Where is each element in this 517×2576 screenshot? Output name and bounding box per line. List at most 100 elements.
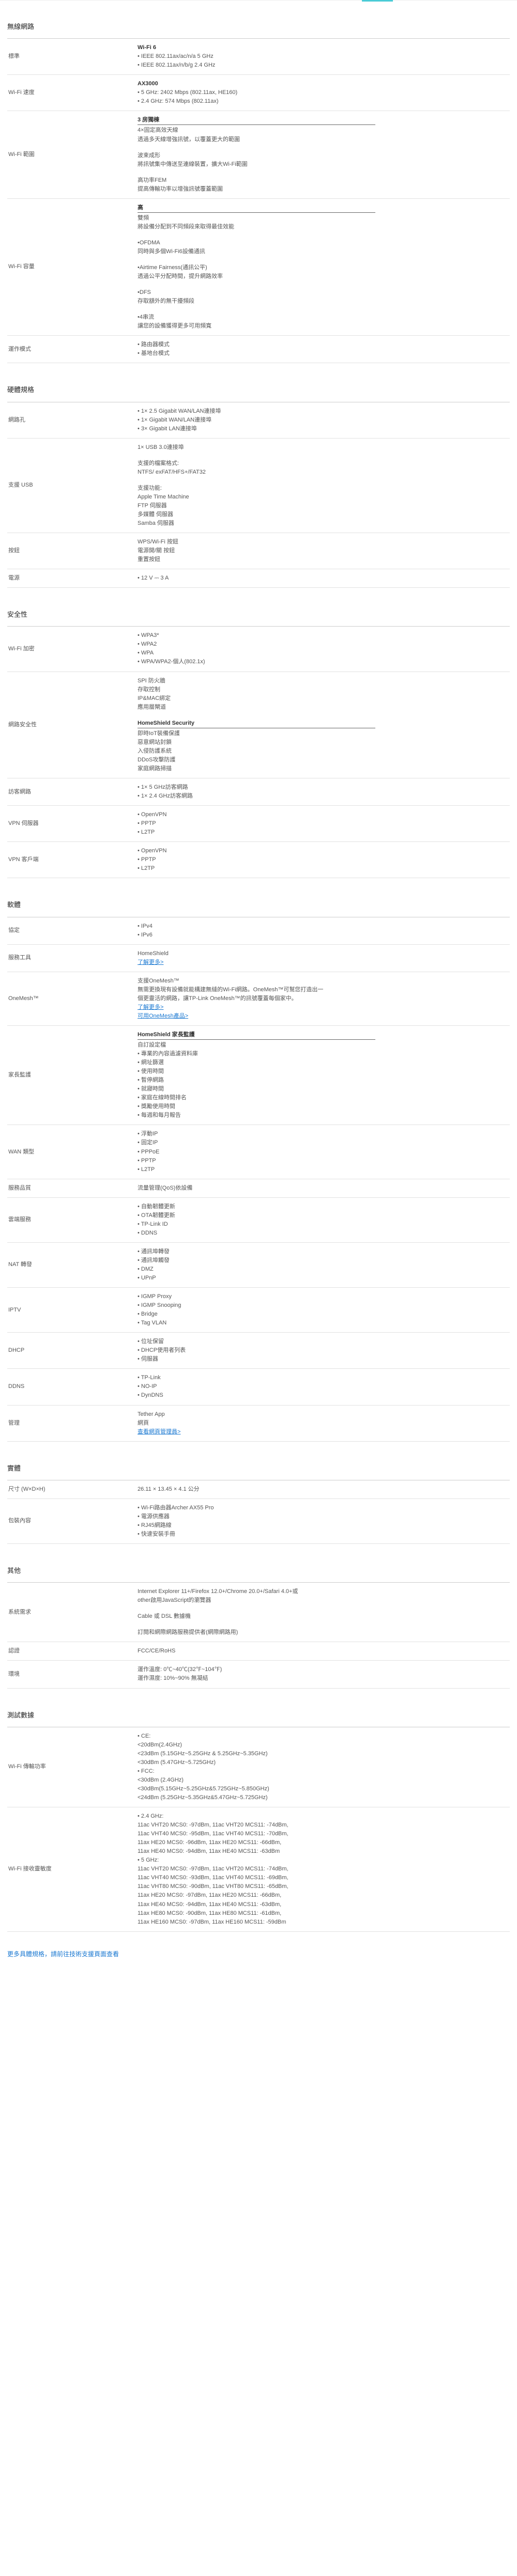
spec-label: Wi-Fi 速度 <box>8 89 35 96</box>
spec-value-line: • L2TP <box>138 865 155 872</box>
spec-value-line: • 通訊埠轉發 <box>138 1248 170 1255</box>
learn-more-link[interactable]: 了解更多> <box>138 958 510 967</box>
spec-value-line: • 3× Gigabit LAN連接埠 <box>138 425 197 432</box>
spec-value-line: 將設備分配到不同頻段來取得最佳效能 <box>138 223 234 230</box>
spec-value-line: 4×固定高效天線 <box>138 127 178 134</box>
spec-value-line: •OFDMA <box>138 239 160 246</box>
spec-section: 軟體 協定 • IPv4 • IPv6 服務工具 HomeShield 了解更多> OneMe… <box>7 878 510 1442</box>
spec-value: Wi-Fi 6 • IEEE 802.11ax/ac/n/a 5 GHz • IEE… <box>138 43 510 70</box>
spec-value: AX3000 • 5 GHz: 2402 Mbps (802.11ax, HE16… <box>138 80 510 106</box>
spec-value-line: IP&MAC綁定 <box>138 695 171 701</box>
spec-value-line: • Wi-Fi路由器Archer AX55 Pro <box>138 1504 214 1511</box>
spec-row: OneMesh™ 支援OneMesh™ 無需更換現有設備就能構建無縫的Wi-Fi網路… <box>7 972 510 1026</box>
spec-section: 測試數據 Wi-Fi 傳輸功率 • CE: <20dBm(2.4GHz) <23dBm … <box>7 1689 510 1932</box>
spec-value-line: 提高傳輸功率以增強訊號覆蓋範圍 <box>138 185 223 192</box>
spec-value-line: 多媒體 伺服器 <box>138 511 174 518</box>
spec-value-line: WPS/Wi-Fi 按鈕 <box>138 539 178 545</box>
spec-label: 協定 <box>8 927 20 934</box>
spec-value-line: • 2.4 GHz: <box>138 1813 164 1820</box>
top-divider <box>0 0 517 1</box>
spec-value: • 12 V ⎓ 3 A <box>138 574 510 583</box>
spec-value: • 1× 5 GHz訪客網路 • 1× 2.4 GHz訪客網路 <box>138 783 510 801</box>
spec-row: 尺寸 (W×D×H) 26.11 × 13.45 × 4.1 公分 <box>7 1480 510 1499</box>
spec-value-line: <30dBm (2.4GHz) <box>138 1776 184 1783</box>
spec-value: • Wi-Fi路由器Archer AX55 Pro • 電源供應器 • RJ45網路… <box>138 1504 510 1539</box>
spec-row: 系統需求 Internet Explorer 11+/Firefox 12.0+/… <box>7 1583 510 1643</box>
spec-value: • 路由器模式 • 基地台模式 <box>138 340 510 358</box>
spec-row: DDNS • TP-Link • NO-IP • DynDNS <box>7 1369 510 1406</box>
spec-value-line: <23dBm (5.15GHz~5.25GHz & 5.25GHz~5.35GH… <box>138 1750 268 1757</box>
spec-value-line: 同時與多個Wi-Fi6設備通訊 <box>138 248 205 255</box>
spec-label: 網路安全性 <box>8 721 37 728</box>
spec-value-line: • 家庭在線時間排名 <box>138 1095 187 1101</box>
section-title: 無線網路 <box>7 0 510 39</box>
spec-value-line: <20dBm(2.4GHz) <box>138 1741 182 1748</box>
spec-value: • OpenVPN • PPTP • L2TP <box>138 810 510 837</box>
spec-label: 運作模式 <box>8 346 31 352</box>
spec-row: 服務品質 流量管理(QoS)依設備 <box>7 1179 510 1198</box>
spec-row: Wi-Fi 速度 AX3000 • 5 GHz: 2402 Mbps (802.11… <box>7 75 510 112</box>
spec-section: 安全性 Wi-Fi 加密 • WPA3* • WPA2 • WPA • WPA/WPA2-… <box>7 588 510 879</box>
spec-value: 運作溫度: 0℃~40℃(32℉~104℉) 運作濕度: 10%~90% 無凝結 <box>138 1665 510 1683</box>
spec-value-line: • 獎勵使用時間 <box>138 1103 175 1110</box>
section-title: 硬體規格 <box>7 363 510 402</box>
spec-value-line: • PPPoE <box>138 1148 160 1155</box>
spec-value-line: • 5 GHz: <box>138 1857 159 1864</box>
spec-value-line: 透過公平分配時間，提升網路效率 <box>138 273 223 280</box>
spec-value-line: 重置按鈕 <box>138 556 160 563</box>
spec-value-line: • 就寢時間 <box>138 1086 164 1092</box>
active-tab-indicator <box>362 0 393 2</box>
spec-value-line: <24dBm (5.25GHz~5.35GHz&5.47GHz~5.725GHz… <box>138 1794 268 1801</box>
spec-value-line: Apple Time Machine <box>138 493 189 500</box>
spec-value-line: 家庭網路掃描 <box>138 765 172 772</box>
spec-value-line: 1× USB 3.0連接埠 <box>138 444 184 450</box>
learn-more-link[interactable]: 查看網頁管理員> <box>138 1428 510 1437</box>
spec-row: 電源 • 12 V ⎓ 3 A <box>7 569 510 588</box>
learn-more-link[interactable]: 了解更多> <box>138 1003 510 1012</box>
spec-value-line: NTFS/ exFAT/HFS+/FAT32 <box>138 469 206 475</box>
spec-value: • 自動韌體更新 • OTA韌體更新 • TP-Link ID • DDNS <box>138 1203 510 1238</box>
spec-value: HomeShield 了解更多> <box>138 949 510 967</box>
spec-value-line: 惡意網站封鎖 <box>138 739 172 745</box>
spec-value-line: SPI 防火牆 <box>138 677 165 684</box>
spec-value: • TP-Link • NO-IP • DynDNS <box>138 1373 510 1400</box>
spec-value: WPS/Wi-Fi 按鈕 電源開/關 按鈕 重置按鈕 <box>138 538 510 564</box>
spec-label: 訪客網路 <box>8 788 31 795</box>
spec-label: IPTV <box>8 1306 21 1313</box>
spec-value: 3 房獨棟 4×固定高效天線 透過多天線增強訊號，以覆蓋更大的範圍 波束成形 將訊號集中… <box>138 116 510 193</box>
spec-row: 協定 • IPv4 • IPv6 <box>7 917 510 945</box>
spec-value-line: • L2TP <box>138 1166 155 1173</box>
spec-label: 雲端服務 <box>8 1216 31 1223</box>
support-page-link[interactable]: 更多具體規格，請前往技術支援頁面查看 <box>7 1932 510 1959</box>
spec-value-line: • 12 V ⎓ 3 A <box>138 575 169 582</box>
spec-value: SPI 防火牆 存取控制 IP&MAC綁定 應用層閘道 HomeShield Secur… <box>138 677 510 773</box>
spec-value-line: • DDNS <box>138 1229 158 1236</box>
spec-value-line: • IGMP Snooping <box>138 1302 181 1309</box>
spec-row: 標準 Wi-Fi 6 • IEEE 802.11ax/ac/n/a 5 GHz • I… <box>7 39 510 75</box>
spec-row: 訪客網路 • 1× 5 GHz訪客網路 • 1× 2.4 GHz訪客網路 <box>7 778 510 806</box>
spec-label: 環境 <box>8 1671 20 1677</box>
spec-value-line: <30dBm(5.15GHz~5.25GHz&5.725GHz~5.850GHz… <box>138 1785 269 1792</box>
learn-more-link[interactable]: 可用OneMesh產品> <box>138 1012 510 1021</box>
spec-value-line: 讓您的設備獲得更多可用頻寬 <box>138 323 211 330</box>
spec-value-line: • UPnP <box>138 1275 156 1282</box>
spec-value: Tether App 網頁 查看網頁管理員> <box>138 1410 510 1437</box>
spec-value-line: Samba 伺服器 <box>138 520 174 526</box>
spec-value-line: • RJ45網路線 <box>138 1522 172 1528</box>
spec-value-line: • OTA韌體更新 <box>138 1212 175 1219</box>
spec-value-line: 運作濕度: 10%~90% 無凝結 <box>138 1675 208 1682</box>
spec-row: Wi-Fi 容量 高雙頻 將設備分配到不同頻段來取得最佳效能 •OFDMA 同時與多個W… <box>7 199 510 336</box>
spec-value: 支援OneMesh™ 無需更換現有設備就能構建無縫的Wi-Fi網路。OneMesh… <box>138 977 510 1021</box>
spec-value-line: • WPA2 <box>138 641 157 648</box>
section-title: 安全性 <box>7 588 510 627</box>
spec-value-line: 訂閱和網際網路服務提供者(網際網路用) <box>138 1629 238 1636</box>
spec-value-line: 11ac VHT80 MCS0: -90dBm, 11ac VHT80 MCS1… <box>138 1883 288 1890</box>
spec-label: 認證 <box>8 1648 20 1654</box>
spec-value: 1× USB 3.0連接埠 支援的檔案格式: NTFS/ exFAT/HFS+/FA… <box>138 443 510 528</box>
spec-value-line: • L2TP <box>138 829 155 836</box>
